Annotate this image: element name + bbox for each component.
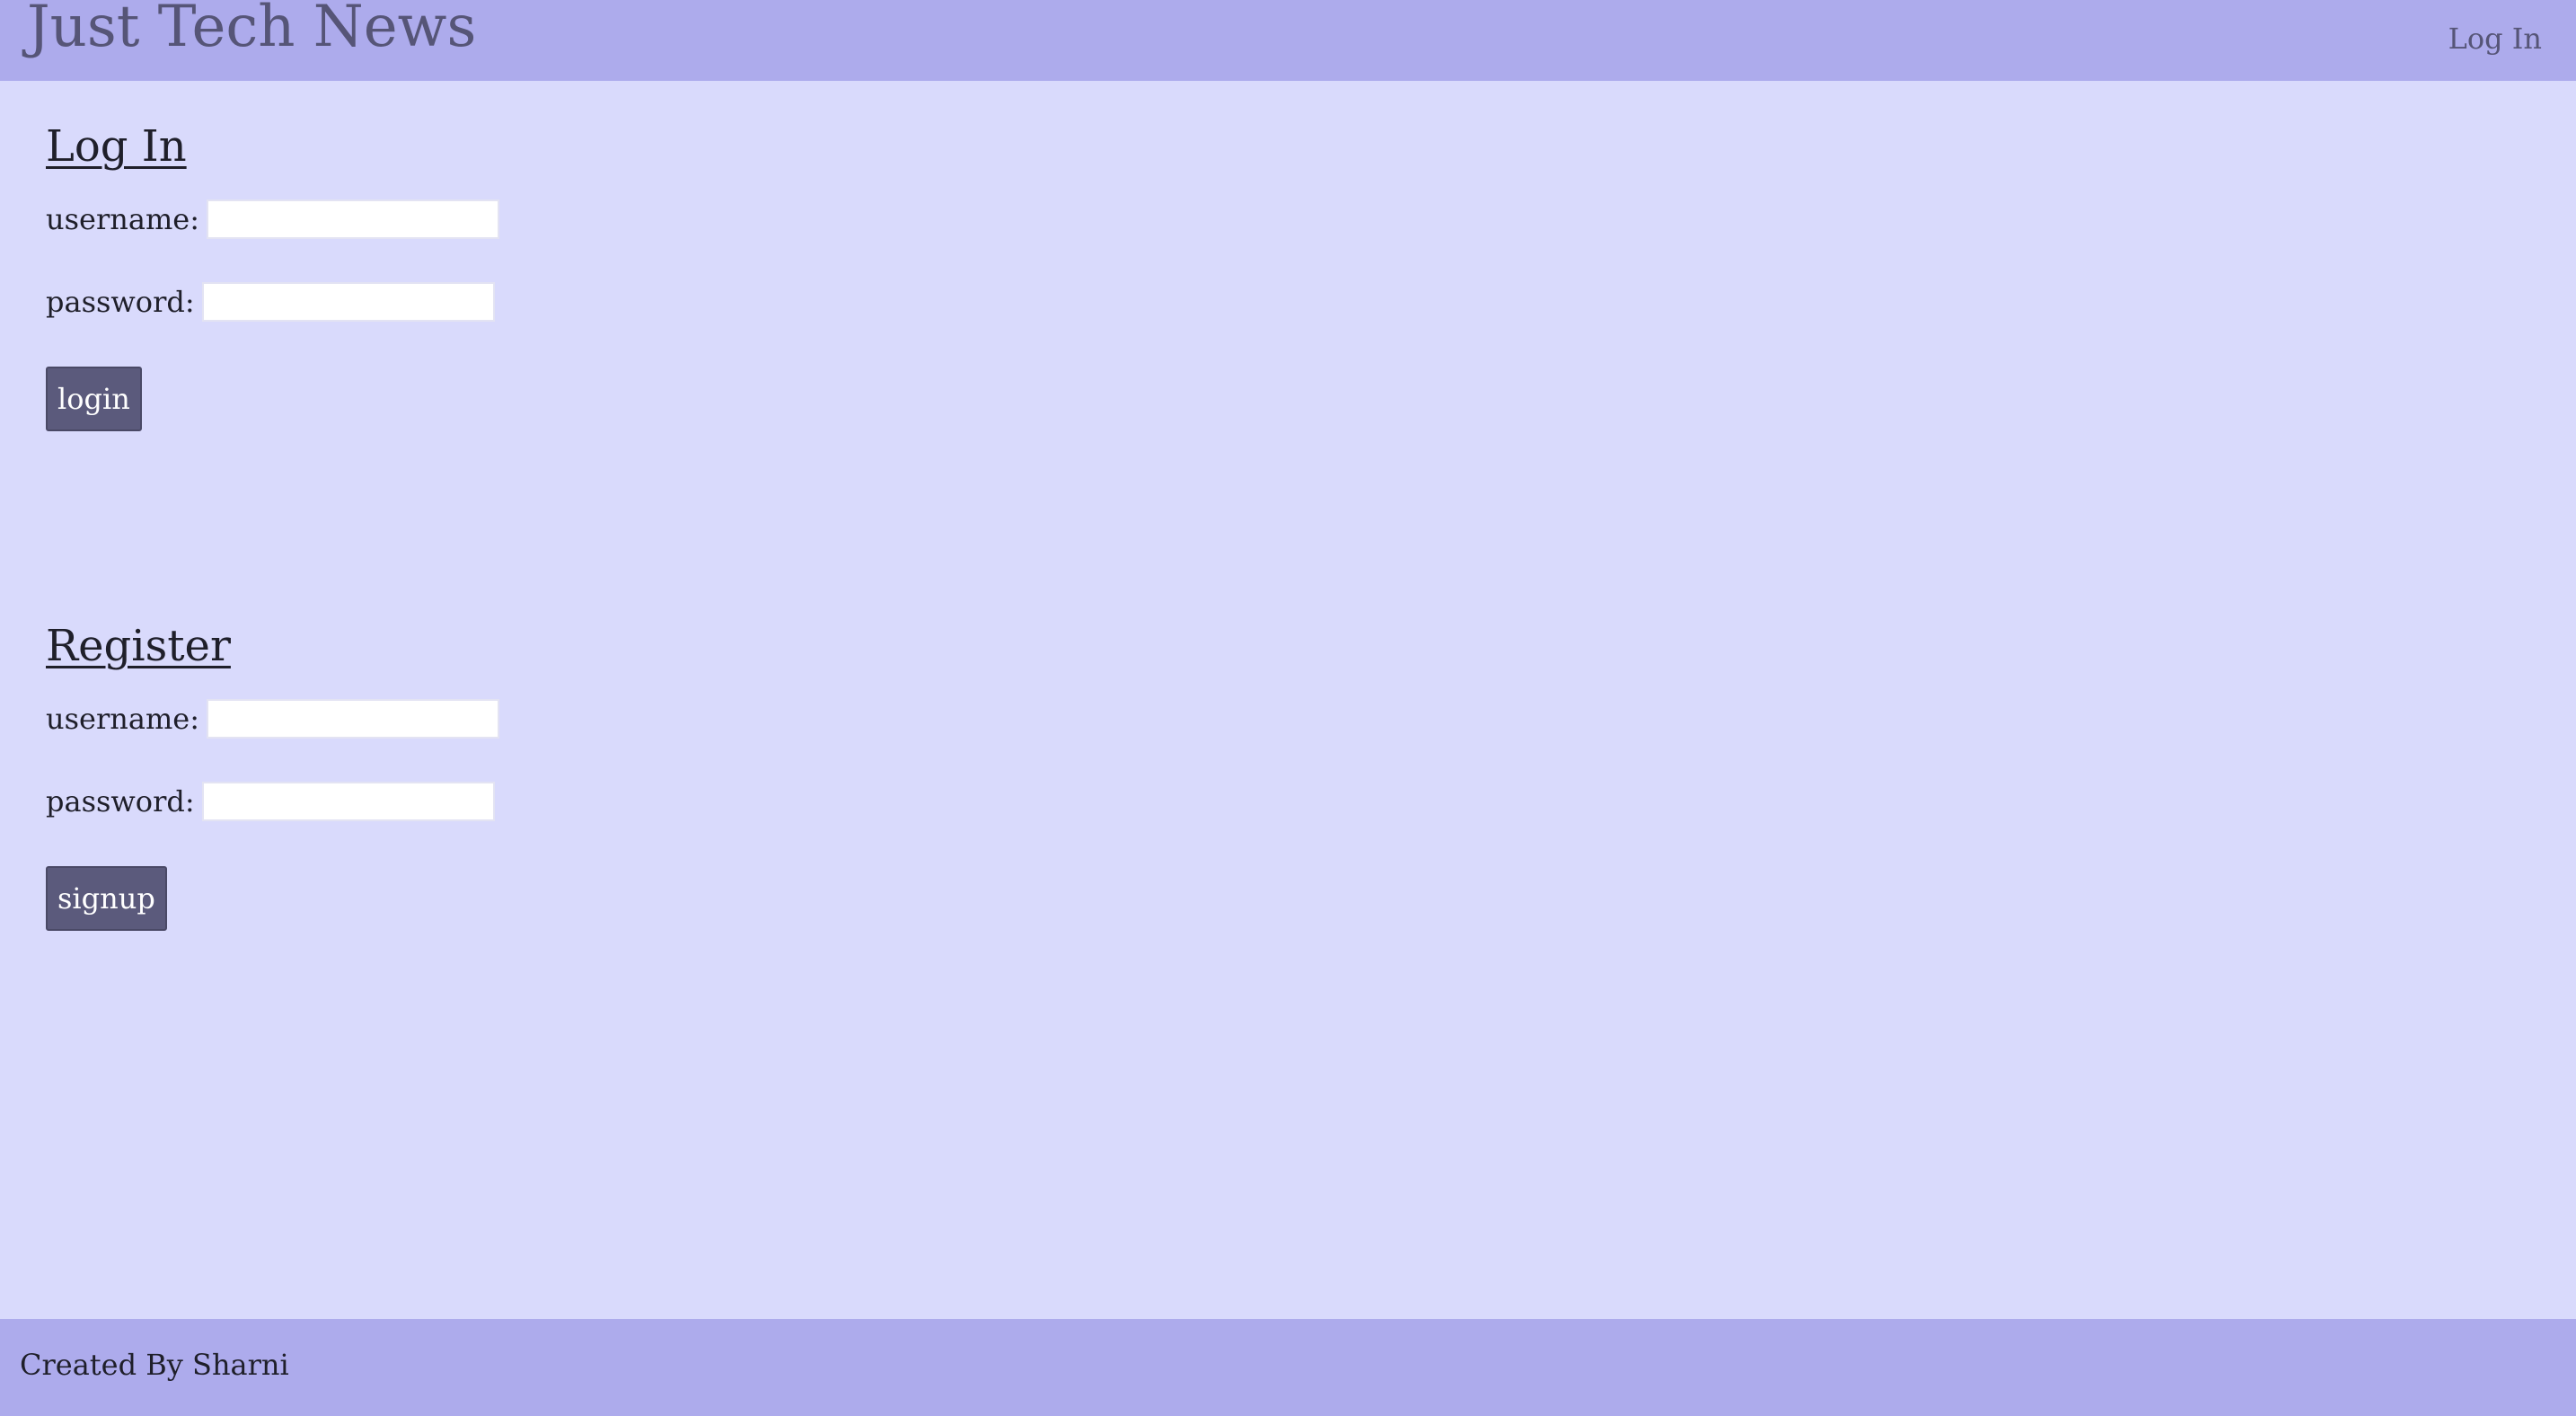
login-username-row: username:	[46, 199, 500, 239]
register-password-label: password:	[46, 784, 195, 819]
signup-button[interactable]: signup	[46, 866, 167, 931]
register-heading: Register	[46, 621, 231, 671]
login-password-input[interactable]	[201, 282, 495, 322]
site-header: Just Tech News Log In	[0, 0, 2576, 81]
site-footer: Created By Sharni	[0, 1319, 2576, 1416]
login-button[interactable]: login	[46, 367, 142, 431]
register-username-label: username:	[46, 702, 200, 736]
login-password-row: password:	[46, 282, 495, 322]
register-username-input[interactable]	[207, 699, 500, 739]
login-section: Log In username: password: login	[46, 121, 500, 431]
footer-credit: Created By Sharni	[20, 1348, 289, 1382]
site-title[interactable]: Just Tech News	[27, 0, 476, 61]
register-password-input[interactable]	[201, 782, 495, 821]
login-password-label: password:	[46, 285, 195, 319]
login-username-label: username:	[46, 202, 200, 236]
register-username-row: username:	[46, 699, 500, 739]
register-password-row: password:	[46, 782, 495, 821]
login-heading: Log In	[46, 121, 187, 172]
nav-login-link[interactable]: Log In	[2448, 22, 2542, 56]
login-username-input[interactable]	[207, 199, 500, 239]
register-section: Register username: password: signup	[46, 621, 500, 931]
